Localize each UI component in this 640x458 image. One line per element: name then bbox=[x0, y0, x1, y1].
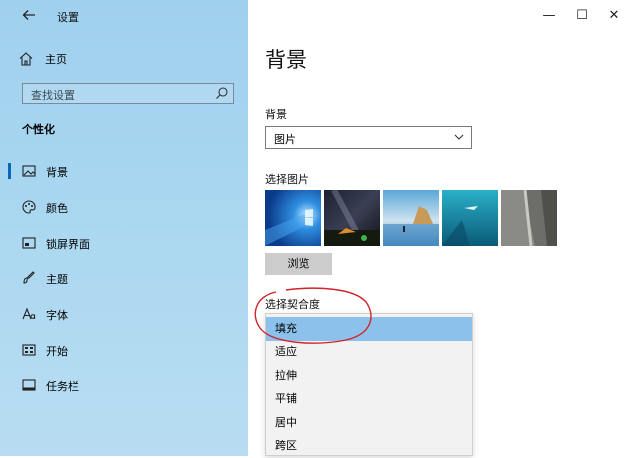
sidebar-item-label: 锁屏界面 bbox=[46, 238, 90, 251]
brush-icon bbox=[21, 270, 37, 286]
sidebar-item-lock-screen[interactable]: 锁屏界面 bbox=[0, 227, 248, 259]
lock-screen-icon bbox=[21, 235, 37, 251]
page-title: 背景 bbox=[265, 48, 307, 72]
start-icon bbox=[21, 342, 37, 358]
choose-fit-label: 选择契合度 bbox=[265, 298, 320, 311]
active-indicator bbox=[8, 163, 11, 179]
close-button[interactable]: ✕ bbox=[603, 6, 625, 26]
fit-option-stretch[interactable]: 拉伸 bbox=[266, 364, 472, 388]
picture-gallery bbox=[265, 190, 557, 246]
search-icon[interactable] bbox=[215, 86, 229, 100]
browse-button[interactable]: 浏览 bbox=[265, 253, 332, 275]
sidebar-item-colors[interactable]: 颜色 bbox=[0, 191, 248, 223]
font-icon bbox=[21, 306, 37, 322]
fit-option-center[interactable]: 居中 bbox=[266, 411, 472, 435]
choose-picture-label: 选择图片 bbox=[265, 173, 309, 186]
fit-option-span[interactable]: 跨区 bbox=[266, 434, 472, 458]
search-placeholder: 查找设置 bbox=[31, 89, 75, 102]
minimize-button[interactable]: — bbox=[538, 6, 560, 26]
background-type-select[interactable]: 图片 bbox=[265, 126, 472, 149]
sidebar-item-label: 背景 bbox=[46, 166, 68, 179]
wallpaper-thumbnail-beach[interactable] bbox=[383, 190, 439, 246]
taskbar-icon bbox=[21, 377, 37, 393]
sidebar-item-label: 任务栏 bbox=[46, 380, 79, 393]
chevron-down-icon bbox=[453, 131, 465, 143]
sidebar-item-label: 颜色 bbox=[46, 202, 68, 215]
sidebar-item-label: 开始 bbox=[46, 345, 68, 358]
home-link[interactable]: 主页 bbox=[18, 48, 67, 70]
wallpaper-thumbnail-night-sky[interactable] bbox=[324, 190, 380, 246]
picture-icon bbox=[21, 163, 37, 179]
fit-dropdown-list: 填充 适应 拉伸 平铺 居中 跨区 bbox=[265, 313, 473, 456]
wallpaper-thumbnail-cliff[interactable] bbox=[501, 190, 557, 246]
sidebar-item-label: 字体 bbox=[46, 309, 68, 322]
fit-option-tile[interactable]: 平铺 bbox=[266, 387, 472, 411]
sidebar-item-start[interactable]: 开始 bbox=[0, 334, 248, 366]
sidebar: 设置 主页 查找设置 个性化 背景 颜色 锁屏界面 主题 字体 开始 任务栏 bbox=[0, 0, 248, 456]
sidebar-item-taskbar[interactable]: 任务栏 bbox=[0, 369, 248, 401]
back-arrow-icon[interactable] bbox=[20, 8, 38, 26]
home-label: 主页 bbox=[45, 53, 67, 66]
section-title: 个性化 bbox=[22, 123, 55, 136]
maximize-button[interactable]: ☐ bbox=[571, 6, 593, 26]
sidebar-item-themes[interactable]: 主题 bbox=[0, 262, 248, 294]
sidebar-item-fonts[interactable]: 字体 bbox=[0, 298, 248, 330]
palette-icon bbox=[21, 199, 37, 215]
titlebar-left: 设置 bbox=[0, 0, 248, 34]
search-input[interactable]: 查找设置 bbox=[22, 83, 234, 104]
wallpaper-thumbnail-underwater[interactable] bbox=[442, 190, 498, 246]
fit-option-fit[interactable]: 适应 bbox=[266, 340, 472, 364]
background-type-value: 图片 bbox=[274, 133, 296, 146]
fit-option-fill[interactable]: 填充 bbox=[266, 317, 472, 341]
main-content: — ☐ ✕ 背景 背景 图片 选择图片 浏览 选择契合度 填充 适应 拉伸 平铺… bbox=[248, 0, 640, 456]
wallpaper-thumbnail-windows[interactable] bbox=[265, 190, 321, 246]
home-icon bbox=[18, 51, 34, 67]
background-label: 背景 bbox=[265, 108, 287, 121]
sidebar-item-label: 主题 bbox=[46, 273, 68, 286]
sidebar-item-background[interactable]: 背景 bbox=[0, 155, 248, 187]
app-title: 设置 bbox=[57, 11, 79, 24]
